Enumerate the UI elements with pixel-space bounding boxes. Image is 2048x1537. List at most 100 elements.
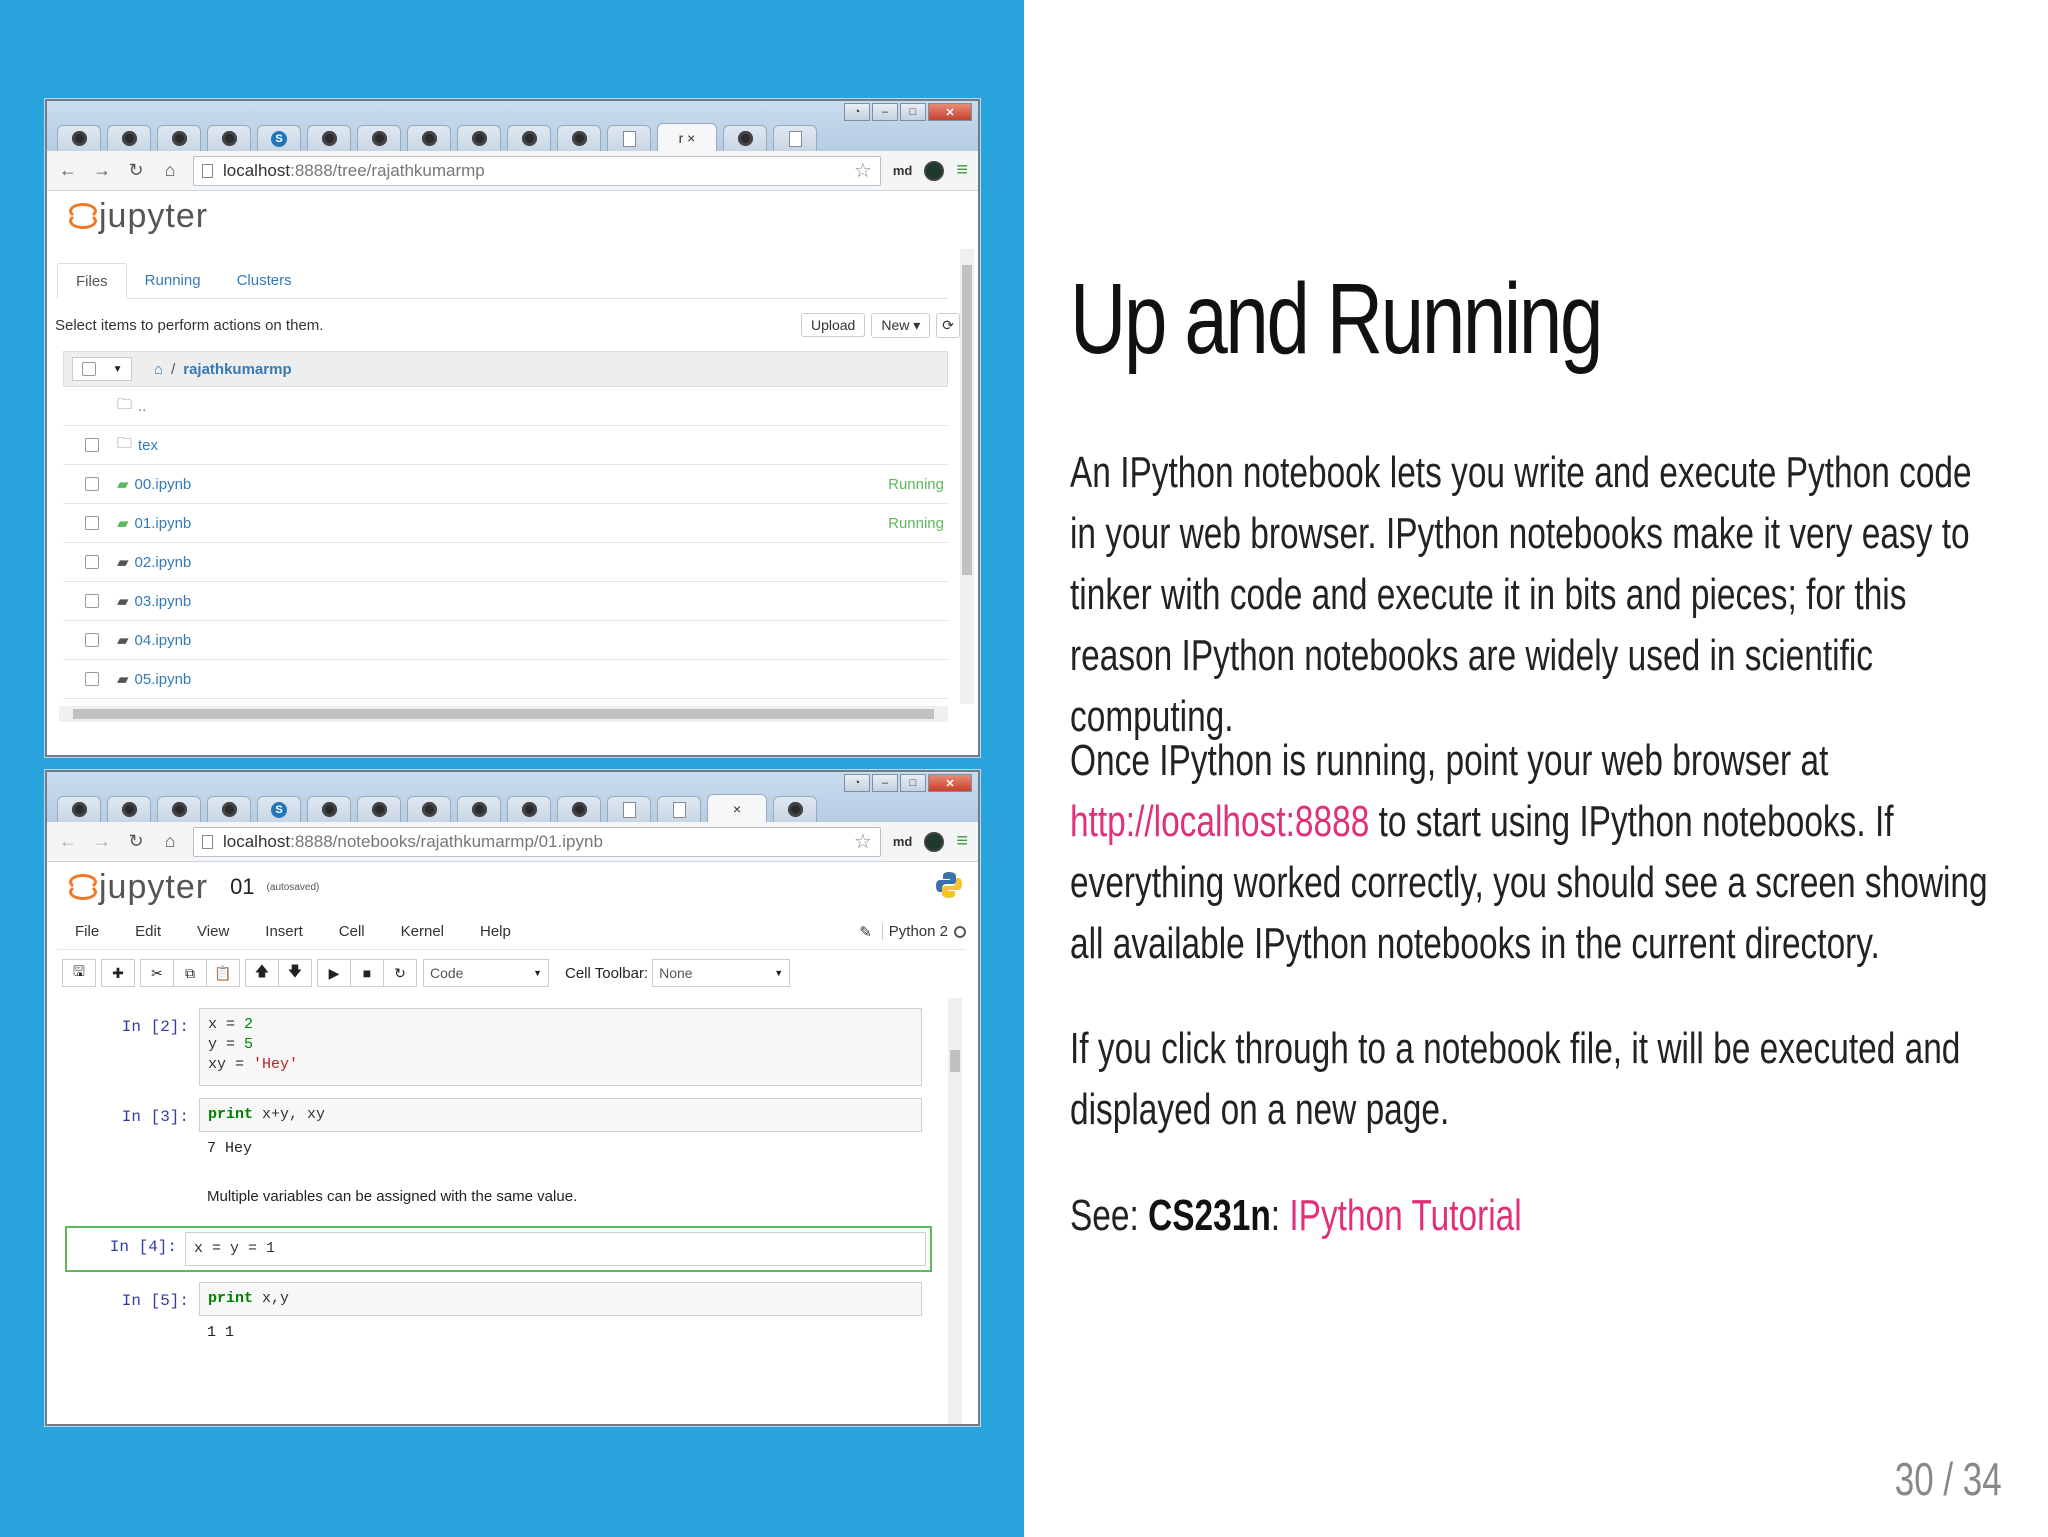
- run-icon[interactable]: ▶: [317, 959, 351, 987]
- github-tab[interactable]: [207, 125, 251, 151]
- code-cell[interactable]: In [3]: print x+y, xy 7 Hey: [71, 1098, 926, 1178]
- file-name[interactable]: 01.ipynb: [135, 515, 889, 532]
- menu-edit[interactable]: Edit: [117, 923, 179, 940]
- file-name[interactable]: 02.ipynb: [135, 554, 944, 571]
- list-item[interactable]: ▰ 05.ipynb: [63, 660, 948, 699]
- chrome-menu-icon[interactable]: ≡: [956, 830, 968, 853]
- chrome-menu-icon[interactable]: ≡: [956, 159, 968, 182]
- jupyter-logo-icon[interactable]: [69, 201, 97, 231]
- blank-tab[interactable]: [607, 125, 651, 151]
- github-tab[interactable]: [723, 125, 767, 151]
- list-item[interactable]: ▰ 01.ipynb Running: [63, 504, 948, 543]
- minimize-button[interactable]: –: [872, 103, 898, 121]
- cell-input[interactable]: print x+y, xy: [199, 1098, 922, 1132]
- code-cell[interactable]: In [5]: print x,y 1 1: [71, 1282, 926, 1362]
- skype-tab[interactable]: [257, 796, 301, 822]
- skype-tab[interactable]: [257, 125, 301, 151]
- cell-input[interactable]: print x,y: [199, 1282, 922, 1316]
- github-tab[interactable]: [57, 125, 101, 151]
- blank-tab[interactable]: [607, 796, 651, 822]
- close-tab-icon[interactable]: ×: [733, 801, 741, 817]
- ipython-tutorial-link[interactable]: IPython Tutorial: [1289, 1191, 1521, 1240]
- menu-insert[interactable]: Insert: [247, 923, 321, 940]
- code-cell-selected[interactable]: In [4]: x = y = 1: [65, 1226, 932, 1272]
- cut-icon[interactable]: ✂: [140, 959, 174, 987]
- vertical-scrollbar[interactable]: [960, 249, 974, 704]
- caret-down-icon[interactable]: ▼: [113, 364, 123, 375]
- upload-button[interactable]: Upload: [800, 313, 866, 337]
- minimize-button[interactable]: –: [872, 774, 898, 792]
- list-item[interactable]: ▰ 04.ipynb: [63, 621, 948, 660]
- file-name[interactable]: tex: [138, 437, 944, 454]
- tab-running[interactable]: Running: [127, 263, 219, 298]
- list-item[interactable]: ▰ 02.ipynb: [63, 543, 948, 582]
- paste-icon[interactable]: 📋: [206, 959, 240, 987]
- localhost-link[interactable]: http://localhost:8888: [1070, 797, 1369, 846]
- row-checkbox[interactable]: [85, 438, 99, 452]
- file-name[interactable]: 05.ipynb: [135, 671, 944, 688]
- menu-cell[interactable]: Cell: [321, 923, 383, 940]
- row-checkbox[interactable]: [85, 594, 99, 608]
- extension-icon[interactable]: [924, 831, 945, 852]
- github-tab[interactable]: [457, 796, 501, 822]
- tab-clusters[interactable]: Clusters: [219, 263, 310, 298]
- cell-toolbar-select[interactable]: None ▼: [652, 959, 791, 987]
- address-bar[interactable]: localhost:8888/notebooks/rajathkumarmp/0…: [193, 826, 881, 857]
- home-icon[interactable]: ⌂: [159, 160, 181, 181]
- new-button[interactable]: New ▾: [871, 312, 931, 338]
- vertical-scrollbar[interactable]: [948, 998, 962, 1424]
- github-tab[interactable]: [57, 796, 101, 822]
- markdown-extension[interactable]: md: [893, 163, 913, 178]
- close-window-button[interactable]: ✕: [928, 774, 972, 792]
- menu-help[interactable]: Help: [462, 923, 529, 940]
- close-tab-icon[interactable]: r ×: [679, 130, 696, 146]
- back-arrow-icon[interactable]: ←: [57, 160, 79, 181]
- code-cell[interactable]: In [2]: x = 2 y = 5 xy = 'Hey': [71, 1008, 926, 1088]
- notebook-name[interactable]: 01: [230, 874, 254, 900]
- save-icon[interactable]: 🖫: [62, 959, 96, 987]
- github-tab[interactable]: [507, 796, 551, 822]
- move-down-icon[interactable]: 🡇: [278, 959, 312, 987]
- add-cell-icon[interactable]: ✚: [101, 959, 135, 987]
- markdown-cell[interactable]: Multiple variables can be assigned with …: [71, 1184, 926, 1214]
- scrollbar-thumb[interactable]: [950, 1050, 960, 1072]
- jupyter-logo-icon[interactable]: [69, 872, 97, 902]
- github-tab[interactable]: [507, 125, 551, 151]
- list-item[interactable]: ▰ 03.ipynb: [63, 582, 948, 621]
- reload-icon[interactable]: ↻: [125, 831, 147, 852]
- github-tab[interactable]: [357, 125, 401, 151]
- github-tab[interactable]: [307, 796, 351, 822]
- address-bar[interactable]: localhost:8888/tree/rajathkumarmp ☆: [193, 155, 881, 186]
- file-name[interactable]: 00.ipynb: [135, 476, 889, 493]
- github-tab[interactable]: [107, 125, 151, 151]
- scrollbar-thumb[interactable]: [962, 265, 972, 575]
- github-tab[interactable]: [157, 796, 201, 822]
- github-tab[interactable]: [457, 125, 501, 151]
- maximize-button[interactable]: □: [900, 103, 926, 121]
- close-window-button[interactable]: ✕: [928, 103, 972, 121]
- github-tab[interactable]: [357, 796, 401, 822]
- active-tab[interactable]: r ×: [657, 123, 717, 151]
- cell-type-select[interactable]: Code ▼: [423, 959, 549, 987]
- github-tab[interactable]: [207, 796, 251, 822]
- cell-input[interactable]: x = y = 1: [185, 1232, 926, 1266]
- file-name[interactable]: 03.ipynb: [135, 593, 944, 610]
- file-name[interactable]: 04.ipynb: [135, 632, 944, 649]
- select-all-dropdown[interactable]: ▼: [72, 357, 132, 381]
- user-icon[interactable]: ◔: [844, 103, 870, 121]
- github-tab[interactable]: [407, 125, 451, 151]
- file-name[interactable]: ..: [138, 398, 944, 415]
- tab-files[interactable]: Files: [57, 263, 127, 299]
- row-checkbox[interactable]: [85, 633, 99, 647]
- list-item[interactable]: 🗀 ..: [63, 387, 948, 426]
- jupyter-logo-text[interactable]: jupyter: [99, 868, 208, 907]
- cell-input[interactable]: x = 2 y = 5 xy = 'Hey': [199, 1008, 922, 1086]
- blank-tab[interactable]: [773, 125, 817, 151]
- github-tab[interactable]: [307, 125, 351, 151]
- back-arrow-icon[interactable]: ←: [57, 831, 79, 852]
- row-checkbox[interactable]: [85, 516, 99, 530]
- user-icon[interactable]: ◔: [844, 774, 870, 792]
- menu-file[interactable]: File: [57, 923, 117, 940]
- github-tab[interactable]: [107, 796, 151, 822]
- select-all-checkbox[interactable]: [81, 362, 96, 376]
